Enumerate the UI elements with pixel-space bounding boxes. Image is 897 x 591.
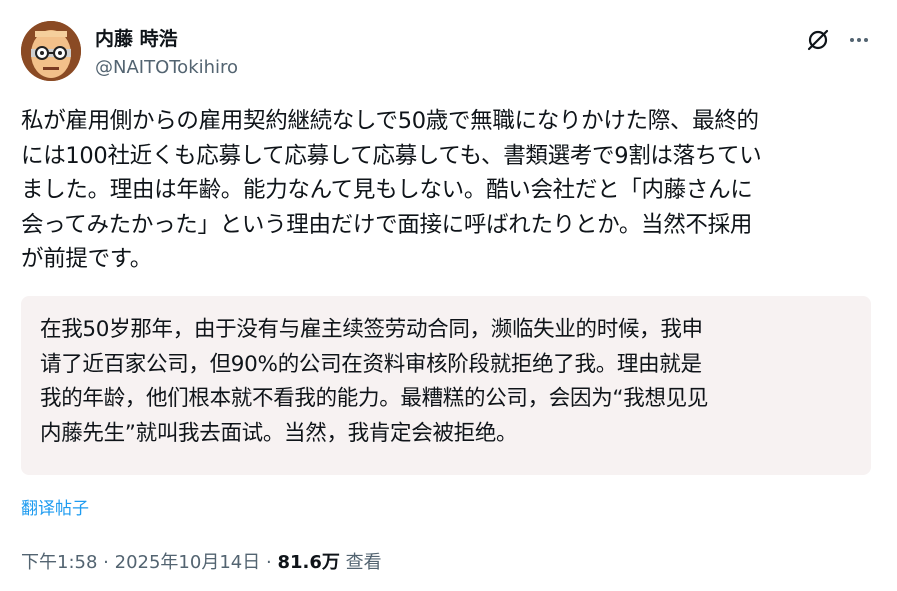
post-line: 私が雇用側からの雇用契約継続なしで50歳で無職になりかけた際、最終的 <box>21 108 759 134</box>
meta-separator: · <box>265 552 272 573</box>
post-meta: 下午1:58 · 2025年10月14日 · 81.6万 查看 <box>21 548 382 574</box>
views-count[interactable]: 81.6万 <box>277 552 339 573</box>
grok-icon <box>807 29 829 51</box>
translation-box: 在我50岁那年，由于没有与雇主续签劳动合同，濒临失业的时候，我申 请了近百家公司… <box>21 296 871 475</box>
views-label[interactable]: 查看 <box>346 552 382 573</box>
more-icon <box>850 38 868 42</box>
avatar[interactable] <box>21 21 81 81</box>
translation-line: 我的年龄，他们根本就不看我的能力。最糟糕的公司，会因为“我想见见 <box>40 386 709 411</box>
meta-separator: · <box>103 552 109 573</box>
post-date[interactable]: 2025年10月14日 <box>115 552 261 573</box>
translation-text: 在我50岁那年，由于没有与雇主续签劳动合同，濒临失业的时候，我申 请了近百家公司… <box>40 313 708 451</box>
post-line: 会ってみたかった」という理由だけで面接に呼ばれたりとか。当然不採用 <box>21 211 753 238</box>
translation-line: 请了近百家公司，但90%的公司在资料审核阶段就拒绝了我。理由就是 <box>40 351 702 377</box>
post-line: が前提です。 <box>21 246 152 272</box>
avatar-image <box>21 21 81 81</box>
grok-button[interactable] <box>804 26 832 54</box>
translation-line: 内藤先生”就叫我去面试。当然，我肯定会被拒绝。 <box>40 420 518 446</box>
post-time[interactable]: 下午1:58 <box>21 552 97 573</box>
translation-line: 在我50岁那年，由于没有与雇主续签劳动合同，濒临失业的时候，我申 <box>40 317 703 342</box>
user-handle[interactable]: @NAITOTokihiro <box>95 57 238 78</box>
translate-post-link[interactable]: 翻译帖子 <box>21 494 89 519</box>
post-line: には100社近くも応募して応募して応募しても、書類選考で9割は落ちてい <box>21 142 762 169</box>
more-options-button[interactable] <box>845 26 873 54</box>
post-text: 私が雇用側からの雇用契約継続なしで50歳で無職になりかけた際、最終的 には100… <box>21 104 881 277</box>
post-line: ました。理由は年齢。能力なんて見もしない。酷い会社だと「内藤さんに <box>21 177 753 203</box>
display-name[interactable]: 内藤 時浩 <box>95 24 178 51</box>
